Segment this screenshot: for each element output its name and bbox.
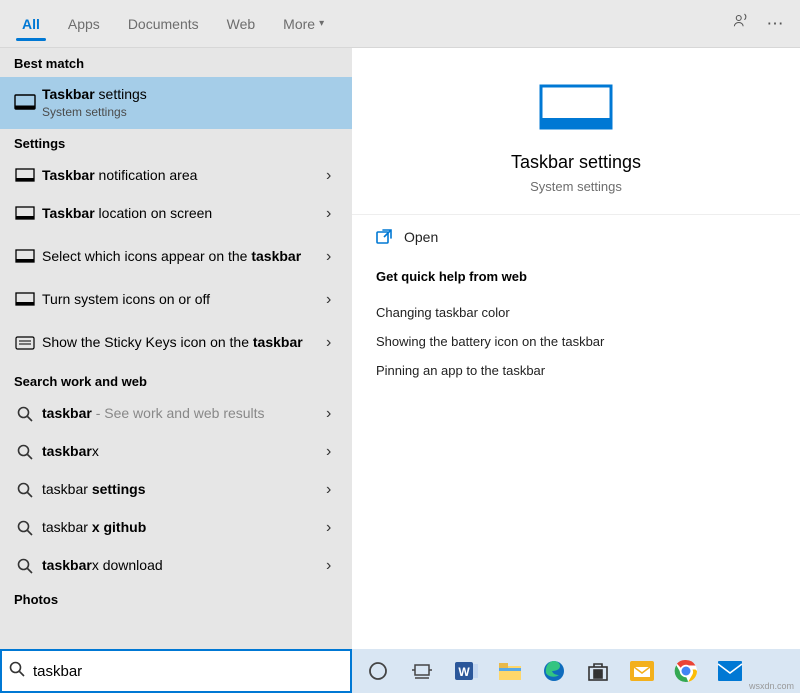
outlook-app-icon[interactable] (620, 649, 664, 693)
search-scope-tabs: All Apps Documents Web More ▾ ⋯ (0, 0, 800, 48)
taskbar: W (0, 649, 800, 693)
cortana-icon[interactable] (356, 649, 400, 693)
web-result[interactable]: taskbarx › (0, 433, 352, 471)
web-result[interactable]: taskbarx download › (0, 547, 352, 585)
web-result[interactable]: taskbar x github › (0, 509, 352, 547)
tab-label: Apps (68, 16, 100, 32)
search-icon (12, 482, 38, 498)
section-search-web: Search work and web (0, 367, 352, 395)
tab-documents[interactable]: Documents (114, 0, 213, 47)
search-icon (12, 520, 38, 536)
settings-result[interactable]: Turn system icons on or off › (0, 281, 352, 319)
section-settings: Settings (0, 129, 352, 157)
open-icon (376, 229, 392, 245)
section-photos: Photos (0, 585, 352, 613)
chevron-right-icon: › (326, 405, 342, 423)
search-icon (2, 661, 33, 682)
open-label: Open (404, 229, 438, 245)
chevron-right-icon: › (326, 334, 342, 352)
open-action[interactable]: Open (352, 215, 800, 259)
search-input[interactable] (33, 663, 350, 680)
search-icon (12, 406, 38, 422)
tab-label: Web (227, 16, 256, 32)
tab-apps[interactable]: Apps (54, 0, 114, 47)
chevron-right-icon: › (326, 291, 342, 309)
chevron-right-icon: › (326, 519, 342, 537)
task-view-icon[interactable] (400, 649, 444, 693)
chrome-app-icon[interactable] (664, 649, 708, 693)
store-app-icon[interactable] (576, 649, 620, 693)
results-pane: Best match Taskbar settings System setti… (0, 48, 352, 649)
result-title-bold: Taskbar (42, 86, 95, 102)
web-result[interactable]: taskbar - See work and web results › (0, 395, 352, 433)
section-best-match: Best match (0, 48, 352, 77)
search-icon (12, 444, 38, 460)
more-options-icon[interactable]: ⋯ (758, 14, 792, 34)
svg-text:W: W (458, 665, 470, 679)
settings-result[interactable]: Taskbar notification area › (0, 157, 352, 195)
help-header: Get quick help from web (376, 269, 776, 284)
watermark: wsxdn.com (749, 681, 794, 691)
preview-subtitle: System settings (362, 179, 790, 194)
file-explorer-icon[interactable] (488, 649, 532, 693)
chevron-right-icon: › (326, 443, 342, 461)
settings-result[interactable]: Select which icons appear on the taskbar… (0, 233, 352, 281)
help-link[interactable]: Changing taskbar color (376, 298, 776, 327)
chevron-right-icon: › (326, 167, 342, 185)
help-link[interactable]: Showing the battery icon on the taskbar (376, 327, 776, 356)
result-title-rest: settings (95, 86, 147, 102)
chevron-right-icon: › (326, 205, 342, 223)
monitor-icon (12, 292, 38, 308)
tab-more[interactable]: More ▾ (269, 0, 338, 47)
feedback-icon[interactable] (724, 12, 758, 35)
search-box[interactable] (0, 649, 352, 693)
edge-app-icon[interactable] (532, 649, 576, 693)
monitor-icon (12, 206, 38, 222)
chevron-right-icon: › (326, 557, 342, 575)
tab-all[interactable]: All (8, 0, 54, 47)
preview-title: Taskbar settings (362, 152, 790, 173)
chevron-right-icon: › (326, 248, 342, 266)
mail-app-icon[interactable] (708, 649, 752, 693)
keyboard-icon (12, 336, 38, 350)
tab-label: Documents (128, 16, 199, 32)
taskbar-settings-icon (535, 84, 617, 134)
search-icon (12, 558, 38, 574)
tab-label: All (22, 16, 40, 32)
result-subtitle: System settings (42, 105, 336, 120)
help-link[interactable]: Pinning an app to the taskbar (376, 356, 776, 385)
monitor-icon (12, 249, 38, 265)
settings-result[interactable]: Taskbar location on screen › (0, 195, 352, 233)
chevron-down-icon: ▾ (319, 18, 324, 29)
chevron-right-icon: › (326, 481, 342, 499)
tab-web[interactable]: Web (213, 0, 270, 47)
word-app-icon[interactable]: W (444, 649, 488, 693)
monitor-icon (12, 94, 38, 112)
best-match-result[interactable]: Taskbar settings System settings (0, 77, 352, 129)
preview-pane: Taskbar settings System settings Open Ge… (352, 48, 800, 649)
settings-result[interactable]: Show the Sticky Keys icon on the taskbar… (0, 319, 352, 367)
web-result[interactable]: taskbar settings › (0, 471, 352, 509)
tab-label: More (283, 16, 315, 32)
monitor-icon (12, 168, 38, 184)
